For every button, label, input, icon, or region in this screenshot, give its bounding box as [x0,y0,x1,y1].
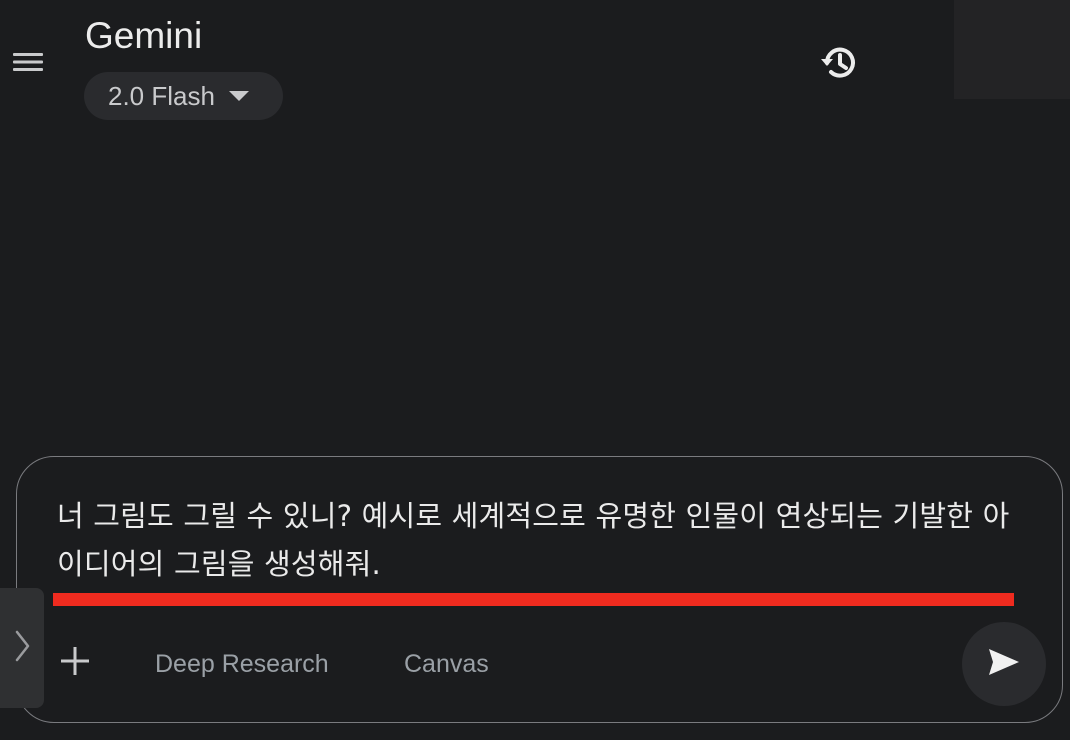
model-selector-label: 2.0 Flash [108,80,215,111]
red-underline-annotation [53,593,1014,606]
send-icon [987,647,1021,682]
corner-panel [954,0,1070,99]
history-icon [817,41,861,90]
chevron-right-icon [12,628,32,669]
caret-down-icon [228,91,249,101]
add-attachment-button[interactable] [52,640,98,686]
canvas-chip[interactable]: Canvas [404,646,489,682]
hamburger-menu-icon [12,50,44,79]
app-title: Gemini [85,15,203,56]
history-button[interactable] [814,40,864,90]
prompt-input-text[interactable]: 너 그림도 그릴 수 있니? 예시로 세계적으로 유명한 인물이 연상되는 기발… [57,492,1017,588]
send-button[interactable] [962,622,1046,706]
plus-icon [59,645,91,682]
hamburger-menu-button[interactable] [6,42,50,86]
side-panel-handle[interactable] [0,588,44,708]
deep-research-chip[interactable]: Deep Research [155,646,329,682]
model-selector[interactable]: 2.0 Flash [84,72,283,120]
